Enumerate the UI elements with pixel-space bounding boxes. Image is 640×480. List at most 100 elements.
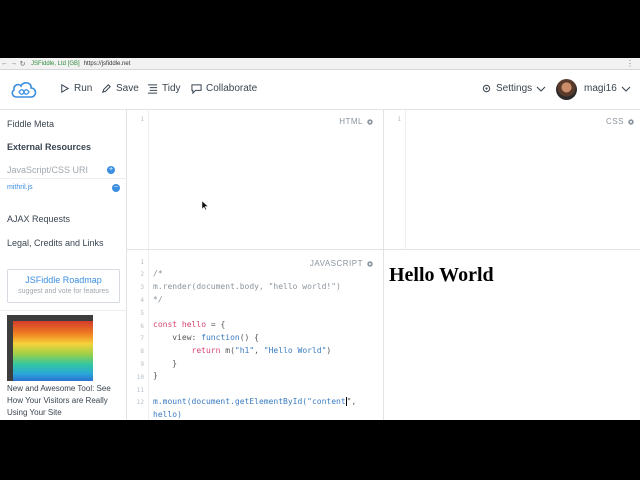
sidebar-item-legal[interactable]: Legal, Credits and Links: [7, 238, 104, 248]
gear-icon: [482, 84, 491, 93]
code-text: ): [326, 345, 332, 355]
gear-icon[interactable]: [366, 260, 374, 268]
line-number: 1: [140, 116, 144, 123]
line-number: 1: [397, 116, 401, 123]
line-number: 4: [140, 297, 144, 304]
code-string: "content: [307, 396, 346, 406]
line-number: 10: [136, 374, 144, 381]
app-screen: ← → ↻ JSFiddle, Ltd [GB] https://jsfiddl…: [0, 58, 640, 420]
run-label: Run: [74, 83, 93, 94]
javascript-editor[interactable]: 1 2 3 4 5 6 7 8 9 10 11 12 JAVASCRIPT /*…: [127, 250, 384, 420]
reload-icon[interactable]: ↻: [18, 60, 27, 68]
html-label-text: HTML: [339, 117, 363, 126]
divider: [0, 310, 126, 311]
forward-icon[interactable]: →: [9, 60, 18, 67]
gear-icon[interactable]: [627, 118, 635, 126]
save-label: Save: [116, 83, 139, 94]
code-text: hello): [153, 409, 182, 419]
line-number: 9: [140, 361, 144, 368]
code-text: m(: [220, 345, 235, 355]
css-editor[interactable]: 1 CSS: [384, 110, 640, 250]
line-number: 11: [136, 387, 144, 394]
code-string: "Hello World": [263, 345, 327, 355]
code-line: m.render(document.body, "hello world!"): [153, 281, 341, 291]
html-panel-label: HTML: [339, 117, 374, 126]
collaborate-label: Collaborate: [206, 83, 258, 94]
run-button[interactable]: Run: [59, 83, 92, 94]
sidebar-item-external-resources[interactable]: External Resources: [7, 142, 91, 152]
code-string: "h1": [234, 345, 255, 355]
play-icon: [61, 83, 70, 94]
code-keyword: function: [201, 332, 240, 342]
css-panel-label: CSS: [606, 117, 635, 126]
chat-icon: [191, 84, 202, 94]
roadmap-card[interactable]: JSFiddle Roadmap suggest and vote for fe…: [7, 269, 120, 303]
line-number: 7: [140, 335, 144, 342]
mouse-cursor-icon: [202, 201, 208, 210]
promo-text[interactable]: New and Awesome Tool: See How Your Visit…: [7, 383, 125, 419]
lines-icon: [147, 84, 158, 94]
code-identifier: hello: [181, 320, 207, 330]
line-number: 8: [140, 348, 144, 355]
code-content[interactable]: /* m.render(document.body, "hello world!…: [153, 268, 356, 420]
app-toolbar: Run Save Tidy Collaborate Settings magi1…: [0, 70, 640, 110]
code-text: view:: [153, 332, 202, 342]
result-heading: Hello World: [389, 264, 494, 286]
username: magi16: [584, 83, 617, 94]
remove-resource-icon[interactable]: −: [112, 184, 120, 192]
tidy-button[interactable]: Tidy: [147, 83, 181, 94]
css-gutter: 1: [384, 110, 406, 249]
code-line: /*: [153, 269, 163, 278]
code-text: ,: [254, 345, 264, 355]
code-text: m.mount(: [153, 396, 192, 406]
css-label-text: CSS: [606, 117, 624, 126]
line-number: 3: [140, 284, 144, 291]
jsfiddle-logo[interactable]: [10, 79, 38, 101]
promo-image[interactable]: [7, 315, 93, 381]
line-number: 1: [140, 259, 144, 266]
code-text: = {: [206, 320, 226, 330]
add-resource-icon[interactable]: +: [107, 166, 115, 174]
sidebar: Fiddle Meta External Resources JavaScrip…: [0, 110, 127, 420]
avatar[interactable]: [556, 79, 577, 100]
line-number: 12: [136, 399, 144, 406]
tidy-label: Tidy: [162, 83, 181, 94]
browser-menu-icon[interactable]: ⋮: [626, 59, 634, 68]
result-panel[interactable]: Hello World: [384, 250, 640, 420]
divider: [0, 178, 126, 179]
line-number: 5: [140, 310, 144, 317]
code-text: ",: [346, 396, 357, 406]
save-button[interactable]: Save: [101, 83, 139, 94]
code-keyword: const: [153, 320, 178, 330]
resource-link[interactable]: mithril.js: [7, 184, 33, 191]
html-gutter: 1: [127, 110, 149, 249]
js-panel-label: JAVASCRIPT: [310, 259, 374, 268]
code-line: */: [153, 294, 163, 304]
code-keyword: return: [191, 345, 221, 355]
back-icon[interactable]: ←: [0, 60, 9, 67]
settings-menu[interactable]: Settings: [481, 83, 546, 94]
chevron-down-icon: [621, 86, 631, 92]
site-info[interactable]: JSFiddle, Ltd [GB]: [31, 61, 80, 67]
gear-icon[interactable]: [366, 118, 374, 126]
html-editor[interactable]: 1 HTML: [127, 110, 384, 250]
js-label-text: JAVASCRIPT: [309, 259, 363, 268]
chevron-down-icon: [536, 86, 546, 92]
pencil-icon: [102, 84, 111, 93]
collaborate-button[interactable]: Collaborate: [191, 83, 257, 94]
address-bar[interactable]: https://jsfiddle.net: [84, 61, 131, 67]
resource-uri-input[interactable]: JavaScript/CSS URI: [7, 165, 88, 175]
browser-bar: ← → ↻ JSFiddle, Ltd [GB] https://jsfiddl…: [0, 58, 640, 70]
code-text: document.getElementById(: [191, 396, 308, 406]
code-text: }: [153, 371, 158, 381]
line-number: 2: [140, 271, 144, 278]
settings-label: Settings: [496, 83, 533, 94]
line-number: 6: [140, 323, 144, 330]
js-gutter: 1 2 3 4 5 6 7 8 9 10 11 12: [127, 250, 149, 420]
roadmap-subtitle: suggest and vote for features: [18, 288, 109, 295]
sidebar-item-fiddle-meta[interactable]: Fiddle Meta: [7, 119, 54, 129]
user-menu[interactable]: magi16: [584, 83, 631, 94]
code-text: () {: [239, 332, 259, 342]
sidebar-item-ajax[interactable]: AJAX Requests: [7, 214, 70, 224]
